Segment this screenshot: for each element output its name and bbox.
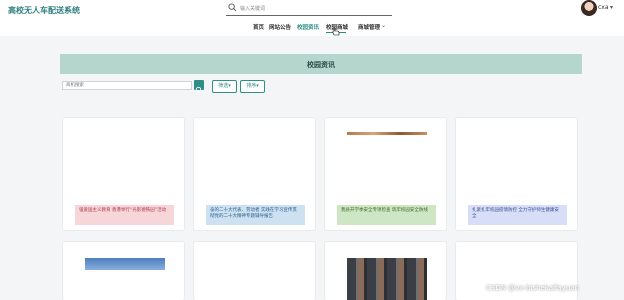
hand-cursor-icon xyxy=(332,27,340,36)
search-icon[interactable] xyxy=(194,85,204,95)
news-card[interactable]: 强爱国主义教育 香港举行“光影德铁园”活动 xyxy=(62,117,185,231)
news-card-caption[interactable]: 扎紧扎牢校园疫情防控 全力守护师生健康安全 xyxy=(468,205,567,225)
news-card[interactable]: 奋的二十大代表、劳动者 实践在学习宣传贯彻党的二十大精神专题辅导报告 xyxy=(193,117,316,231)
page-title: 校园资讯 xyxy=(307,61,335,69)
search-icon[interactable] xyxy=(228,3,237,12)
news-thumbnail[interactable] xyxy=(85,258,165,270)
news-card-caption[interactable]: 奋的二十大代表、劳动者 实践在学习宣传贯彻党的二十大精神专题辅导报告 xyxy=(206,205,305,225)
watermark: CSDN @vx-bishekaifayuan xyxy=(486,284,579,292)
news-card[interactable] xyxy=(62,241,185,300)
news-card-caption[interactable]: 强爱国主义教育 香港举行“光影德铁园”活动 xyxy=(75,205,174,225)
nav-announcements[interactable]: 网站公告 xyxy=(269,23,291,33)
news-card-caption[interactable]: 我县开学季安全专项检查 筑牢校园安全防线 xyxy=(337,205,436,225)
username[interactable]: cxa xyxy=(598,4,609,11)
news-card[interactable]: 我县开学季安全专项检查 筑牢校园安全防线 xyxy=(324,117,447,231)
filter-dropdown[interactable]: 筛选▾ xyxy=(212,80,237,93)
nav-home[interactable]: 首页 xyxy=(253,23,264,33)
caret-down-icon: ▾ xyxy=(228,83,231,89)
news-search-button[interactable] xyxy=(194,80,204,94)
news-card[interactable] xyxy=(193,241,316,300)
header-search[interactable] xyxy=(226,3,392,16)
chevron-down-icon[interactable]: ▾ xyxy=(610,4,613,11)
news-thumbnail[interactable] xyxy=(347,132,427,135)
sort-dropdown[interactable]: 排序▾ xyxy=(240,80,265,93)
news-card[interactable]: 扎紧扎牢校园疫情防控 全力守护师生健康安全 xyxy=(455,117,578,231)
news-search-input[interactable] xyxy=(62,81,192,90)
page-banner: 校园资讯 xyxy=(60,54,582,74)
chevron-down-icon[interactable]: ⌄ xyxy=(381,22,386,29)
sort-label: 排序 xyxy=(246,83,257,89)
caret-down-icon: ▾ xyxy=(256,83,259,89)
filter-label: 筛选 xyxy=(218,83,229,89)
nav-campus-news[interactable]: 校园资讯 xyxy=(297,23,319,33)
avatar[interactable] xyxy=(581,0,597,16)
nav-mall-management[interactable]: 商城管理 xyxy=(358,23,380,33)
search-input[interactable] xyxy=(240,3,388,14)
news-card[interactable] xyxy=(324,241,447,300)
brand-title: 高校无人车配送系统 xyxy=(8,6,80,15)
news-thumbnail[interactable] xyxy=(347,258,427,300)
